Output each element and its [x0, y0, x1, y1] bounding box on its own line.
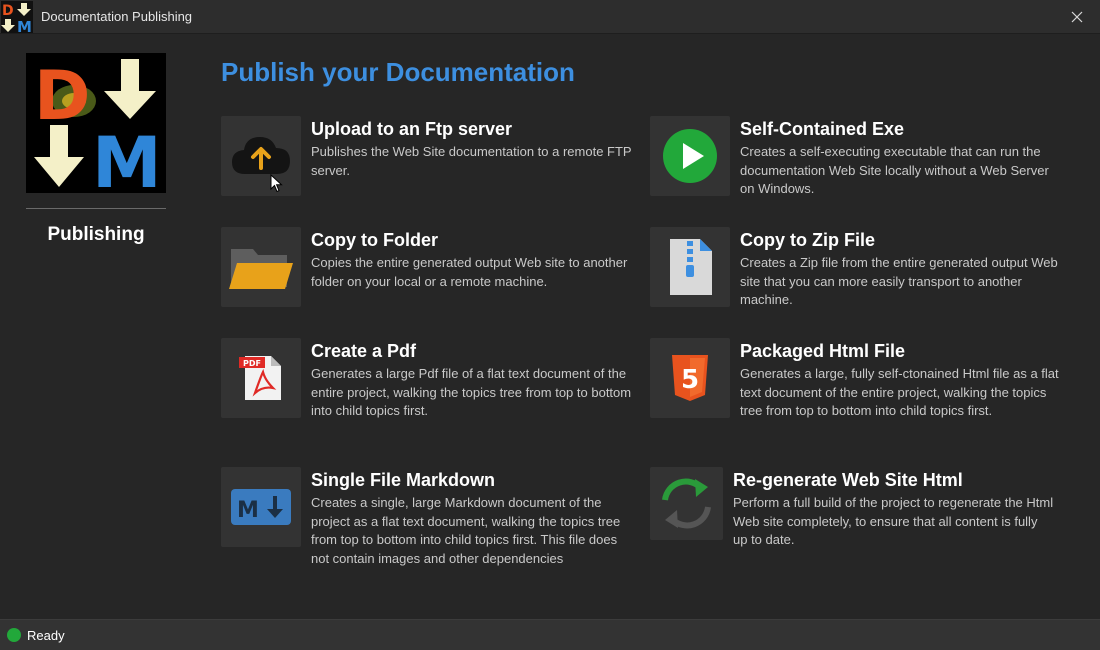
pdf-icon: PDF	[221, 338, 301, 418]
status-bar: Ready	[0, 619, 1100, 650]
documentation-monster-logo: D M	[26, 53, 166, 204]
close-icon	[1071, 11, 1083, 23]
cloud-upload-icon	[221, 116, 301, 196]
pdf-badge-text: PDF	[243, 359, 261, 368]
card-description: Creates a self-executing executable that…	[740, 144, 1049, 196]
card-title: Upload to an Ftp server	[311, 119, 513, 139]
html5-icon: 5	[650, 338, 730, 418]
card-description: Publishes the Web Site documentation to …	[311, 144, 632, 178]
html5-badge-text: 5	[681, 365, 699, 395]
logo-letter-d: D	[34, 57, 90, 136]
card-title: Self-Contained Exe	[740, 119, 905, 139]
refresh-icon	[650, 467, 723, 540]
card-description: Perform a full build of the project to r…	[733, 495, 1054, 547]
close-button[interactable]	[1054, 0, 1100, 34]
card-title: Packaged Html File	[740, 341, 906, 361]
logo-letter-m: M	[92, 122, 162, 193]
card-description: Creates a single, large Markdown documen…	[311, 495, 621, 566]
markdown-icon: M	[221, 467, 301, 547]
card-title: Copy to Folder	[311, 230, 438, 250]
sidebar-divider	[26, 208, 166, 209]
window-title: Documentation Publishing	[41, 9, 193, 24]
mouse-cursor-icon	[270, 173, 284, 199]
card-description: Generates a large, fully self-ctonained …	[740, 366, 1059, 418]
card-title: Re-generate Web Site Html	[733, 470, 963, 490]
sidebar-publishing-label: Publishing	[47, 224, 145, 245]
zip-file-icon	[650, 227, 730, 307]
card-description: Generates a large Pdf file of a flat tex…	[311, 366, 632, 418]
play-icon	[650, 116, 730, 196]
card-title: Copy to Zip File	[740, 230, 875, 250]
card-description: Creates a Zip file from the entire gener…	[740, 255, 1058, 307]
app-logo-letter-m: M	[17, 18, 32, 33]
status-ok-icon	[7, 628, 21, 642]
folder-icon	[221, 227, 301, 307]
app-logo-icon: D M	[1, 1, 33, 36]
card-title: Create a Pdf	[311, 341, 417, 361]
title-bar: D M Documentation Publishing	[0, 0, 1100, 36]
sidebar: D M Publishing	[0, 35, 192, 619]
card-title: Single File Markdown	[311, 470, 496, 490]
card-description: Copies the entire generated output Web s…	[311, 255, 628, 289]
markdown-badge-text: M	[237, 498, 259, 523]
page-title: Publish your Documentation	[221, 57, 575, 87]
app-logo-letter-d: D	[2, 3, 14, 19]
status-text: Ready	[27, 628, 65, 643]
